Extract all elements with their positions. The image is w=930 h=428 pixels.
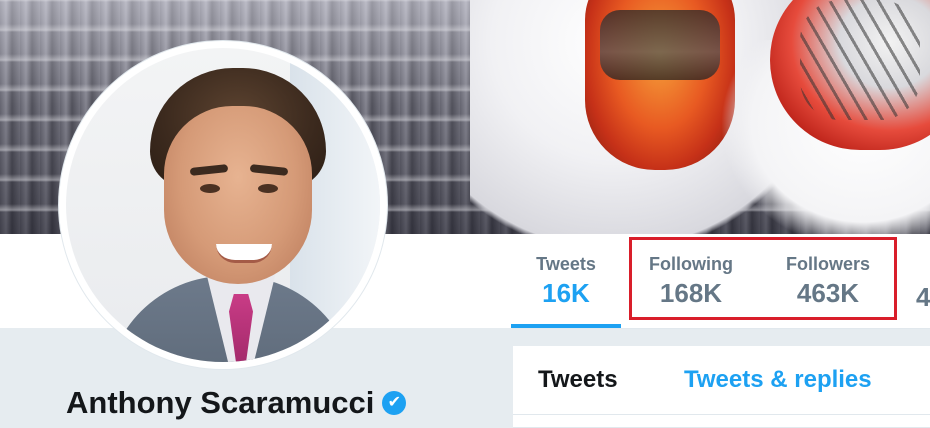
nav-tweets[interactable]: Tweets 16K: [511, 254, 621, 309]
tab-tweets-replies[interactable]: Tweets & replies: [684, 366, 872, 394]
timeline-tabs: Tweets Tweets & replies: [513, 346, 930, 428]
avatar[interactable]: [59, 41, 387, 369]
profile-name-text: Anthony Scaramucci: [66, 385, 375, 420]
active-tab-indicator: [511, 324, 621, 328]
tab-tweets[interactable]: Tweets: [538, 366, 618, 394]
nav-next-stat-cutoff[interactable]: 4: [916, 282, 930, 313]
banner-face-mask: [800, 0, 920, 120]
photo-left-eye: [200, 184, 220, 193]
banner-visor: [600, 10, 720, 80]
tweets-label: Tweets: [536, 254, 596, 274]
tabs-divider: [513, 414, 930, 415]
avatar-photo: [66, 48, 380, 362]
photo-right-eye: [258, 184, 278, 193]
tweets-count: 16K: [542, 278, 590, 308]
highlight-annotation-box: [629, 237, 897, 320]
profile-name[interactable]: Anthony Scaramucci ✔: [66, 385, 407, 421]
verified-badge-icon: ✔: [382, 391, 407, 415]
